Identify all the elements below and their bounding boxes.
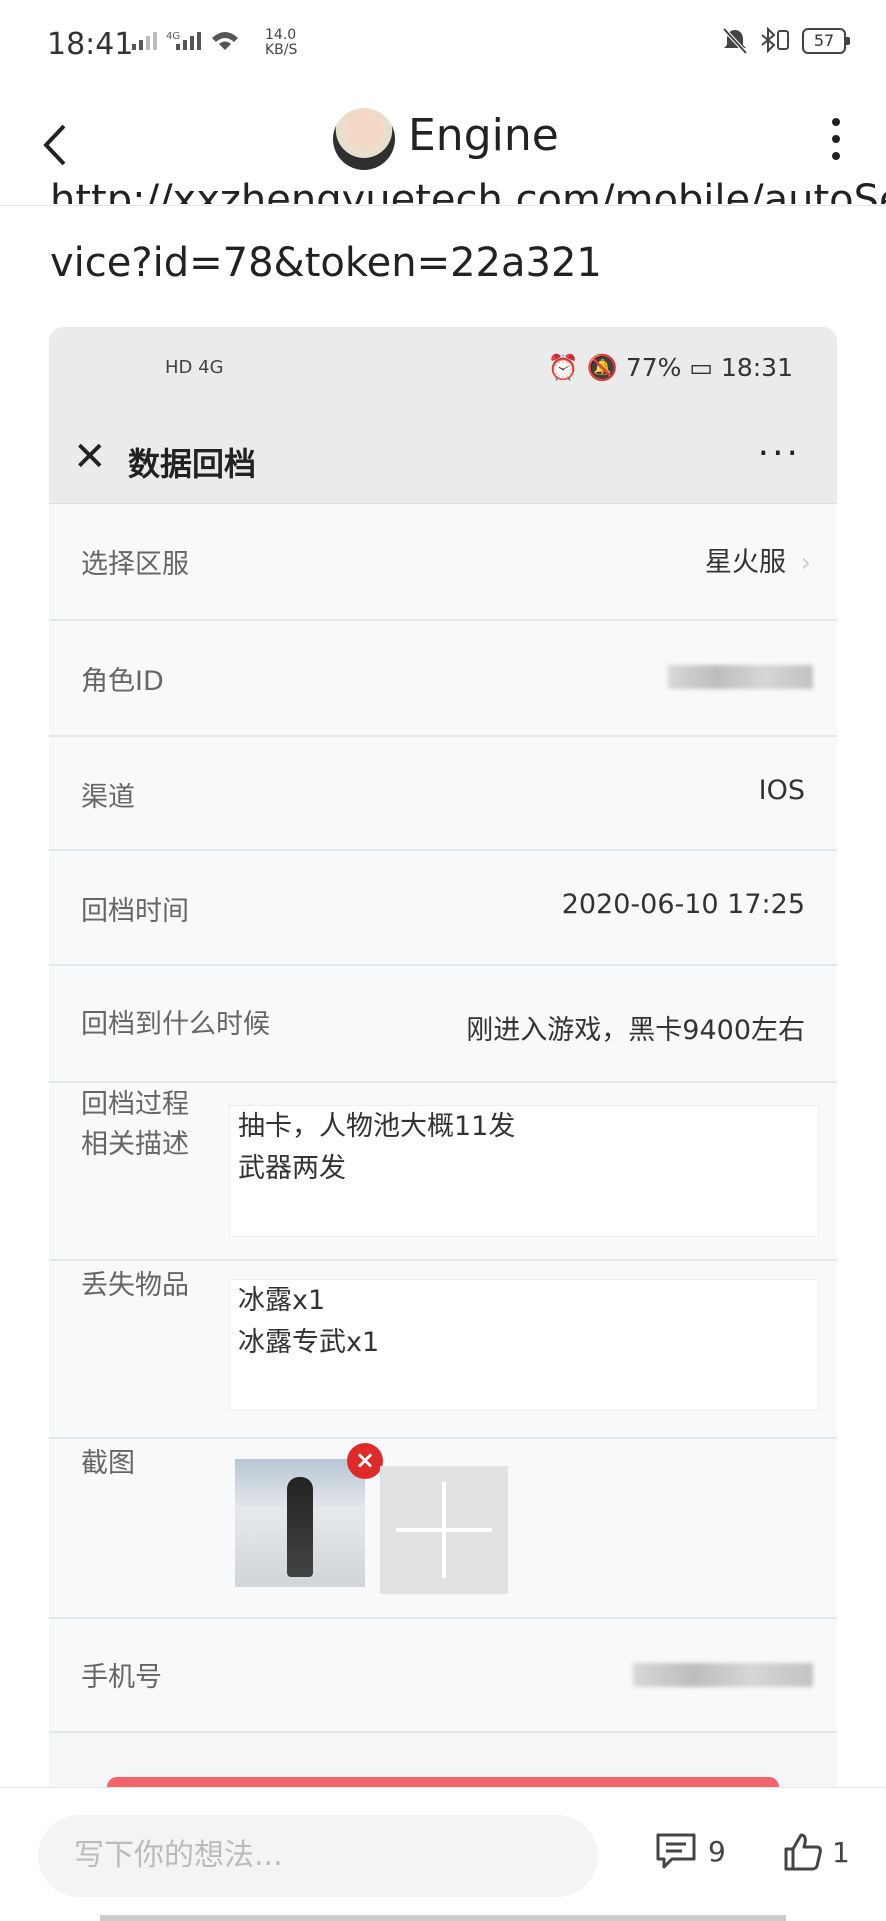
row-process: 回档过程 相关描述 抽卡，人物池大概11发 武器两发 — [49, 1083, 837, 1261]
role-id-label: 角色ID — [81, 666, 164, 697]
row-rollback-to: 回档到什么时候 刚进入游戏，黑卡9400左右 — [49, 966, 837, 1083]
thumbs-up-icon — [784, 1833, 822, 1871]
process-text-line1: 抽卡，人物池大概11发 — [238, 1111, 516, 1142]
process-label-line1: 回档过程 — [81, 1089, 189, 1120]
role-id-value-blurred — [668, 665, 813, 696]
process-label-line2: 相关描述 — [81, 1129, 189, 1160]
network-speed-unit: KB/S — [265, 42, 298, 58]
embedded-more-icon: ··· — [757, 433, 801, 474]
post-text-cut: http://xxzhengyuetech.com/mobile/autoSer — [50, 180, 886, 204]
status-bar: 18:41 4G 14.0 KB/S 57 — [0, 0, 886, 90]
rollback-time-label: 回档时间 — [81, 896, 189, 927]
rollback-time-value: 2020-06-10 17:25 — [561, 889, 805, 920]
rollback-to-label: 回档到什么时候 — [81, 1009, 270, 1040]
network-speed-value: 14.0 — [265, 27, 297, 43]
bottom-action-bar: 写下你的想法... 9 1 — [0, 1787, 886, 1921]
add-image-button[interactable] — [380, 1466, 508, 1594]
process-label: 回档过程 相关描述 — [81, 1085, 189, 1165]
author-avatar[interactable] — [333, 108, 395, 170]
embedded-status-right: ⏰ 🔕 77% ▭ 18:31 — [547, 353, 793, 382]
network-speed: 14.0 KB/S — [265, 28, 297, 58]
process-textarea[interactable]: 抽卡，人物池大概11发 武器两发 — [229, 1105, 819, 1237]
row-screenshot: 截图 × — [49, 1439, 837, 1619]
home-indicator — [100, 1915, 786, 1921]
mute-icon — [722, 27, 748, 55]
post-url-text[interactable]: vice?id=78&token=22a321 — [50, 240, 602, 286]
server-label: 选择区服 — [81, 549, 189, 580]
submit-button-partial — [107, 1777, 779, 1787]
back-button[interactable] — [38, 120, 78, 170]
process-text-line2: 武器两发 — [238, 1153, 346, 1184]
lost-items-label: 丢失物品 — [81, 1270, 189, 1301]
row-role-id: 角色ID — [49, 621, 837, 737]
signal-icon: 4G — [130, 28, 255, 57]
signal-text: 4G — [166, 31, 180, 42]
delete-image-icon[interactable]: × — [347, 1443, 383, 1479]
bluetooth-icon — [761, 27, 789, 54]
channel-value: IOS — [758, 775, 805, 806]
lost-items-line2: 冰露专武x1 — [238, 1327, 380, 1358]
embedded-header: ✕ 数据回档 ··· — [49, 417, 837, 504]
phone-value-blurred — [633, 1663, 813, 1694]
status-time: 18:41 — [47, 27, 134, 62]
embedded-status-bar: HD 4G ⏰ 🔕 77% ▭ 18:31 — [49, 327, 837, 417]
screenshot-label: 截图 — [81, 1448, 135, 1479]
row-rollback-time: 回档时间 2020-06-10 17:25 — [49, 851, 837, 966]
uploaded-screenshot-thumbnail[interactable]: × — [235, 1443, 383, 1587]
chevron-left-icon — [43, 124, 66, 166]
embedded-screenshot[interactable]: HD 4G ⏰ 🔕 77% ▭ 18:31 ✕ 数据回档 ··· 选择区服 星火… — [49, 327, 837, 1787]
chevron-right-icon: › — [800, 548, 811, 578]
battery-icon: 57 — [802, 28, 850, 54]
embedded-title: 数据回档 — [128, 445, 257, 483]
row-phone: 手机号 — [49, 1619, 837, 1733]
more-options-icon[interactable] — [830, 118, 842, 162]
rollback-to-value: 刚进入游戏，黑卡9400左右 — [466, 1015, 805, 1046]
row-channel: 渠道 IOS — [49, 737, 837, 851]
server-value-text: 星火服 — [705, 547, 786, 578]
like-count: 1 — [832, 1835, 850, 1869]
comment-icon — [656, 1833, 696, 1869]
like-button[interactable]: 1 — [782, 1831, 850, 1873]
status-right: 57 — [722, 27, 850, 55]
server-value: 星火服 › — [705, 540, 811, 579]
row-server: 选择区服 星火服 › — [49, 504, 837, 621]
page-title: Engine — [408, 110, 559, 161]
comment-input[interactable]: 写下你的想法... — [38, 1815, 598, 1897]
embedded-status-left: HD 4G — [165, 357, 224, 378]
comment-count: 9 — [708, 1834, 726, 1868]
lost-items-line1: 冰露x1 — [238, 1285, 326, 1316]
comment-button[interactable]: 9 — [654, 1831, 726, 1871]
channel-label: 渠道 — [81, 782, 135, 813]
close-icon: ✕ — [73, 434, 107, 480]
lost-items-textarea[interactable]: 冰露x1 冰露专武x1 — [229, 1279, 819, 1411]
row-lost-items: 丢失物品 冰露x1 冰露专武x1 — [49, 1261, 837, 1439]
phone-label: 手机号 — [81, 1662, 162, 1693]
